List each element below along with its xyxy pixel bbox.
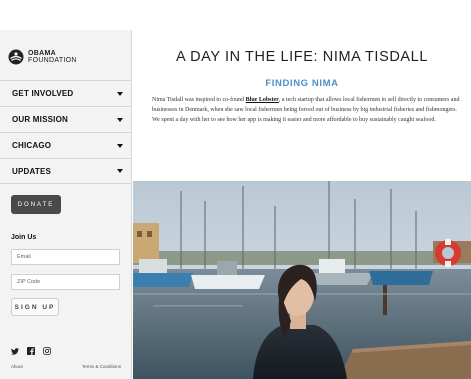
instagram-icon[interactable] bbox=[43, 347, 51, 355]
zip-code-field[interactable] bbox=[11, 274, 120, 290]
paragraph-text-start: Nima Tisdall was inspired to co-found bbox=[152, 97, 246, 103]
sign-up-button[interactable]: SIGN UP bbox=[11, 298, 59, 316]
page-title: A DAY IN THE LIFE: NIMA TISDALL bbox=[175, 49, 429, 65]
logo-text: OBAMA FOUNDATION bbox=[28, 50, 77, 64]
logo-line-1: OBAMA bbox=[28, 50, 56, 57]
chevron-down-icon bbox=[117, 117, 123, 122]
nav-item-get-involved[interactable]: GET INVOLVED bbox=[0, 80, 131, 106]
nav-item-label: UPDATES bbox=[12, 166, 52, 176]
article-paragraph: Nima Tisdall was inspired to co-found Bl… bbox=[152, 95, 462, 126]
nav-item-our-mission[interactable]: OUR MISSION bbox=[0, 106, 131, 132]
harbor-photo-image bbox=[133, 181, 471, 379]
section-subtitle: FINDING NIMA bbox=[265, 78, 339, 89]
nav-item-chicago[interactable]: CHICAGO bbox=[0, 132, 131, 158]
social-links bbox=[11, 347, 51, 355]
twitter-icon[interactable] bbox=[11, 347, 19, 355]
obama-foundation-logo[interactable]: OBAMA FOUNDATION bbox=[8, 47, 77, 67]
sidebar: OBAMA FOUNDATION GET INVOLVED OUR MISSIO… bbox=[0, 30, 132, 379]
terms-link[interactable]: Terms & Conditions bbox=[82, 364, 121, 369]
facebook-icon[interactable] bbox=[27, 347, 35, 355]
email-field[interactable] bbox=[11, 249, 120, 265]
donate-button[interactable]: DONATE bbox=[11, 195, 61, 214]
about-link[interactable]: About bbox=[11, 364, 23, 369]
hero-photo bbox=[133, 181, 471, 379]
nav-item-label: OUR MISSION bbox=[12, 115, 68, 124]
nav-item-label: CHICAGO bbox=[12, 141, 52, 150]
nav-item-updates[interactable]: UPDATES bbox=[0, 158, 131, 184]
blue-lobster-link[interactable]: Blue Lobster bbox=[246, 97, 279, 103]
chevron-down-icon bbox=[117, 169, 123, 173]
logo-mark-icon bbox=[8, 49, 24, 65]
chevron-down-icon bbox=[117, 91, 123, 96]
main-nav: GET INVOLVED OUR MISSION CHICAGO UPDATES bbox=[0, 80, 131, 184]
footer-links: About Terms & Conditions bbox=[11, 364, 121, 369]
chevron-down-icon bbox=[117, 143, 123, 148]
nav-item-label: GET INVOLVED bbox=[12, 89, 74, 98]
join-us-heading: Join Us bbox=[11, 234, 37, 241]
top-bar bbox=[0, 0, 471, 30]
logo-line-2: FOUNDATION bbox=[28, 57, 77, 64]
